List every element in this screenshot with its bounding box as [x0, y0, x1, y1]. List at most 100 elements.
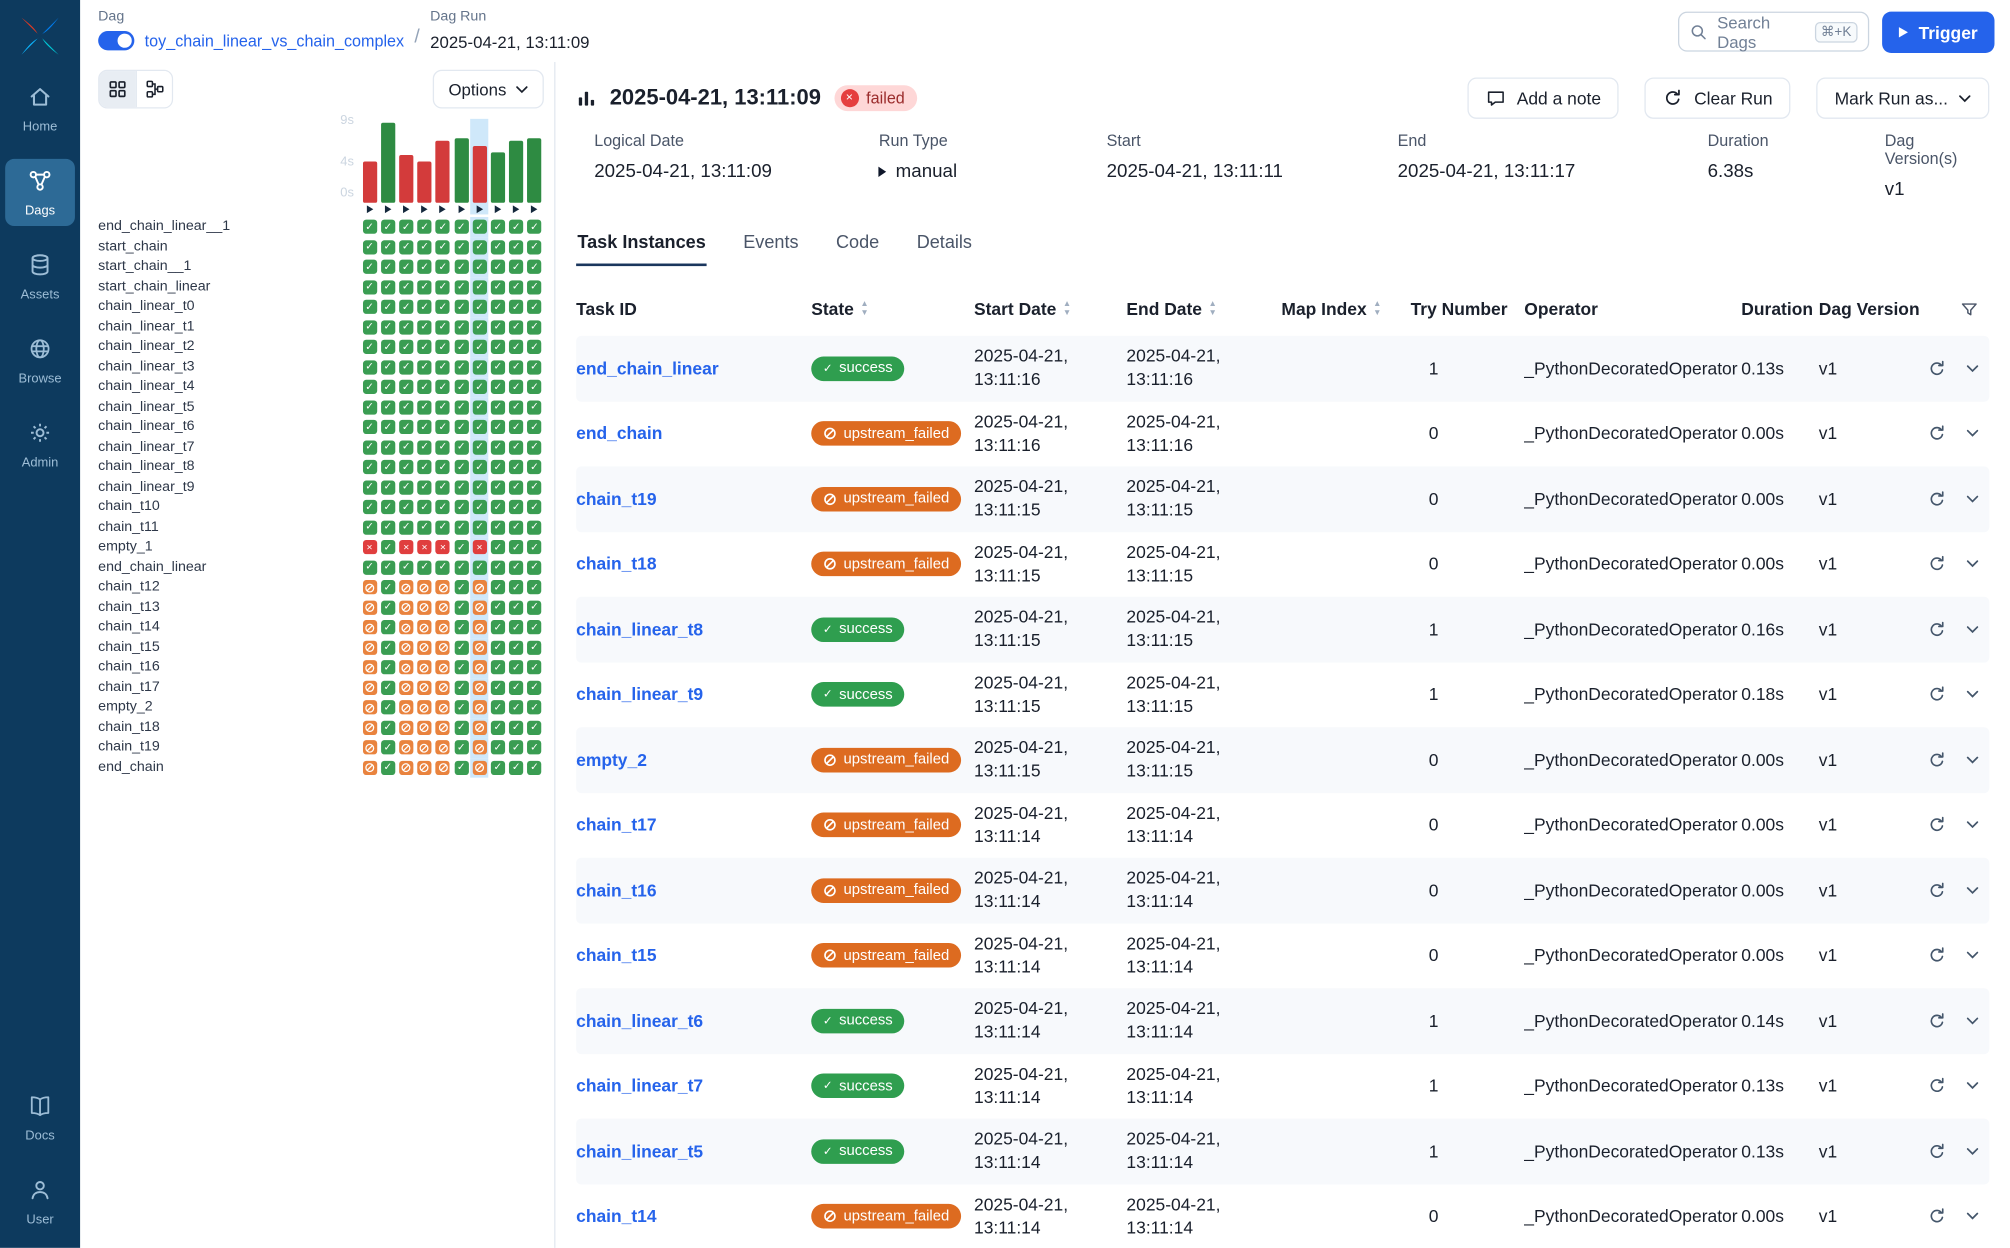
task-instance-square[interactable]: ✓ — [434, 297, 452, 317]
task-instance-square[interactable]: ✓ — [470, 257, 488, 277]
task-instance-square[interactable]: ✓ — [470, 417, 488, 437]
task-instance-square[interactable]: ✓ — [379, 437, 397, 457]
task-instance-square[interactable]: ✓ — [507, 698, 525, 718]
task-instance-square[interactable]: ✓ — [525, 517, 543, 537]
task-instance-square[interactable]: ✓ — [489, 337, 507, 357]
task-instance-square[interactable]: ✓ — [525, 457, 543, 477]
task-instance-square[interactable] — [415, 698, 433, 718]
task-name[interactable]: chain_t19 — [98, 738, 360, 758]
task-instance-square[interactable]: ✓ — [360, 397, 378, 417]
task-instance-square[interactable]: ✓ — [397, 497, 415, 517]
task-instance-square[interactable]: ✓ — [397, 237, 415, 257]
task-id-link[interactable]: chain_linear_t9 — [576, 685, 703, 704]
clear-task-icon[interactable] — [1927, 750, 1946, 769]
row-menu-chevron-icon[interactable] — [1966, 755, 1979, 764]
task-id-link[interactable]: chain_t19 — [576, 489, 656, 508]
task-instance-square[interactable] — [434, 577, 452, 597]
task-instance-square[interactable] — [470, 637, 488, 657]
task-instance-square[interactable]: × — [360, 537, 378, 557]
task-instance-square[interactable] — [360, 718, 378, 738]
task-instance-square[interactable]: ✓ — [452, 277, 470, 297]
tab-code[interactable]: Code — [835, 229, 881, 266]
task-instance-square[interactable]: ✓ — [397, 217, 415, 237]
task-name[interactable]: chain_linear_t9 — [98, 477, 360, 497]
task-instance-square[interactable]: ✓ — [434, 437, 452, 457]
task-instance-square[interactable]: ✓ — [415, 377, 433, 397]
task-name[interactable]: end_chain_linear — [98, 557, 360, 577]
task-instance-square[interactable]: ✓ — [470, 517, 488, 537]
task-name[interactable]: chain_t10 — [98, 497, 360, 517]
task-instance-square[interactable]: ✓ — [360, 317, 378, 337]
task-name[interactable]: empty_2 — [98, 698, 360, 718]
sidebar-item-user[interactable]: User — [5, 1168, 75, 1235]
task-instance-square[interactable]: ✓ — [452, 637, 470, 657]
task-instance-square[interactable]: ✓ — [452, 597, 470, 617]
row-menu-chevron-icon[interactable] — [1966, 1016, 1979, 1025]
task-instance-square[interactable]: ✓ — [379, 537, 397, 557]
task-instance-square[interactable] — [470, 617, 488, 637]
task-instance-square[interactable]: ✓ — [360, 337, 378, 357]
task-instance-square[interactable] — [360, 758, 378, 778]
task-instance-square[interactable] — [470, 718, 488, 738]
task-instance-square[interactable]: ✓ — [415, 337, 433, 357]
task-instance-square[interactable]: × — [470, 537, 488, 557]
task-instance-square[interactable] — [434, 738, 452, 758]
task-instance-square[interactable]: ✓ — [360, 497, 378, 517]
task-instance-square[interactable]: ✓ — [507, 217, 525, 237]
task-instance-square[interactable]: ✓ — [525, 718, 543, 738]
task-id-link[interactable]: chain_t16 — [576, 881, 656, 900]
dag-run-bar[interactable] — [360, 119, 378, 215]
task-instance-square[interactable]: ✓ — [397, 397, 415, 417]
options-button[interactable]: Options — [433, 70, 544, 109]
task-instance-square[interactable]: ✓ — [415, 317, 433, 337]
task-instance-square[interactable]: × — [397, 537, 415, 557]
task-instance-square[interactable]: ✓ — [434, 377, 452, 397]
task-instance-square[interactable]: ✓ — [525, 277, 543, 297]
task-instance-square[interactable]: ✓ — [379, 698, 397, 718]
dag-run-bar[interactable] — [397, 119, 415, 215]
task-instance-square[interactable] — [434, 678, 452, 698]
task-instance-square[interactable]: ✓ — [434, 517, 452, 537]
task-instance-square[interactable]: ✓ — [525, 377, 543, 397]
task-instance-square[interactable]: ✓ — [507, 758, 525, 778]
task-name[interactable]: empty_1 — [98, 537, 360, 557]
task-instance-square[interactable] — [360, 637, 378, 657]
task-instance-square[interactable] — [470, 597, 488, 617]
clear-task-icon[interactable] — [1927, 1207, 1946, 1226]
task-instance-square[interactable]: ✓ — [434, 397, 452, 417]
task-id-link[interactable]: empty_2 — [576, 750, 647, 769]
task-instance-square[interactable]: ✓ — [434, 417, 452, 437]
task-instance-square[interactable]: ✓ — [452, 537, 470, 557]
task-instance-square[interactable]: ✓ — [525, 417, 543, 437]
row-menu-chevron-icon[interactable] — [1966, 494, 1979, 503]
task-instance-square[interactable]: ✓ — [507, 637, 525, 657]
task-instance-square[interactable]: ✓ — [397, 377, 415, 397]
task-instance-square[interactable]: ✓ — [379, 678, 397, 698]
task-name[interactable]: start_chain__1 — [98, 257, 360, 277]
task-instance-square[interactable]: ✓ — [452, 517, 470, 537]
tab-events[interactable]: Events — [742, 229, 800, 266]
task-instance-square[interactable]: ✓ — [470, 497, 488, 517]
task-name[interactable]: start_chain — [98, 237, 360, 257]
task-instance-square[interactable]: ✓ — [489, 637, 507, 657]
task-name[interactable]: chain_linear_t1 — [98, 317, 360, 337]
task-instance-square[interactable]: ✓ — [415, 277, 433, 297]
clear-task-icon[interactable] — [1927, 1011, 1946, 1030]
task-instance-square[interactable]: ✓ — [452, 698, 470, 718]
task-instance-square[interactable]: ✓ — [507, 577, 525, 597]
task-instance-square[interactable]: ✓ — [470, 457, 488, 477]
task-instance-square[interactable]: ✓ — [489, 658, 507, 678]
task-instance-square[interactable]: ✓ — [434, 457, 452, 477]
task-instance-square[interactable]: ✓ — [360, 237, 378, 257]
task-instance-square[interactable] — [360, 698, 378, 718]
task-instance-square[interactable]: ✓ — [507, 477, 525, 497]
task-instance-square[interactable]: ✓ — [470, 377, 488, 397]
task-instance-square[interactable] — [434, 617, 452, 637]
task-instance-square[interactable]: ✓ — [507, 497, 525, 517]
task-name[interactable]: chain_t15 — [98, 637, 360, 657]
task-instance-square[interactable] — [415, 738, 433, 758]
task-instance-square[interactable]: ✓ — [507, 277, 525, 297]
task-instance-square[interactable] — [434, 658, 452, 678]
task-instance-square[interactable]: ✓ — [434, 217, 452, 237]
dag-name-link[interactable]: toy_chain_linear_vs_chain_complex — [145, 32, 404, 50]
